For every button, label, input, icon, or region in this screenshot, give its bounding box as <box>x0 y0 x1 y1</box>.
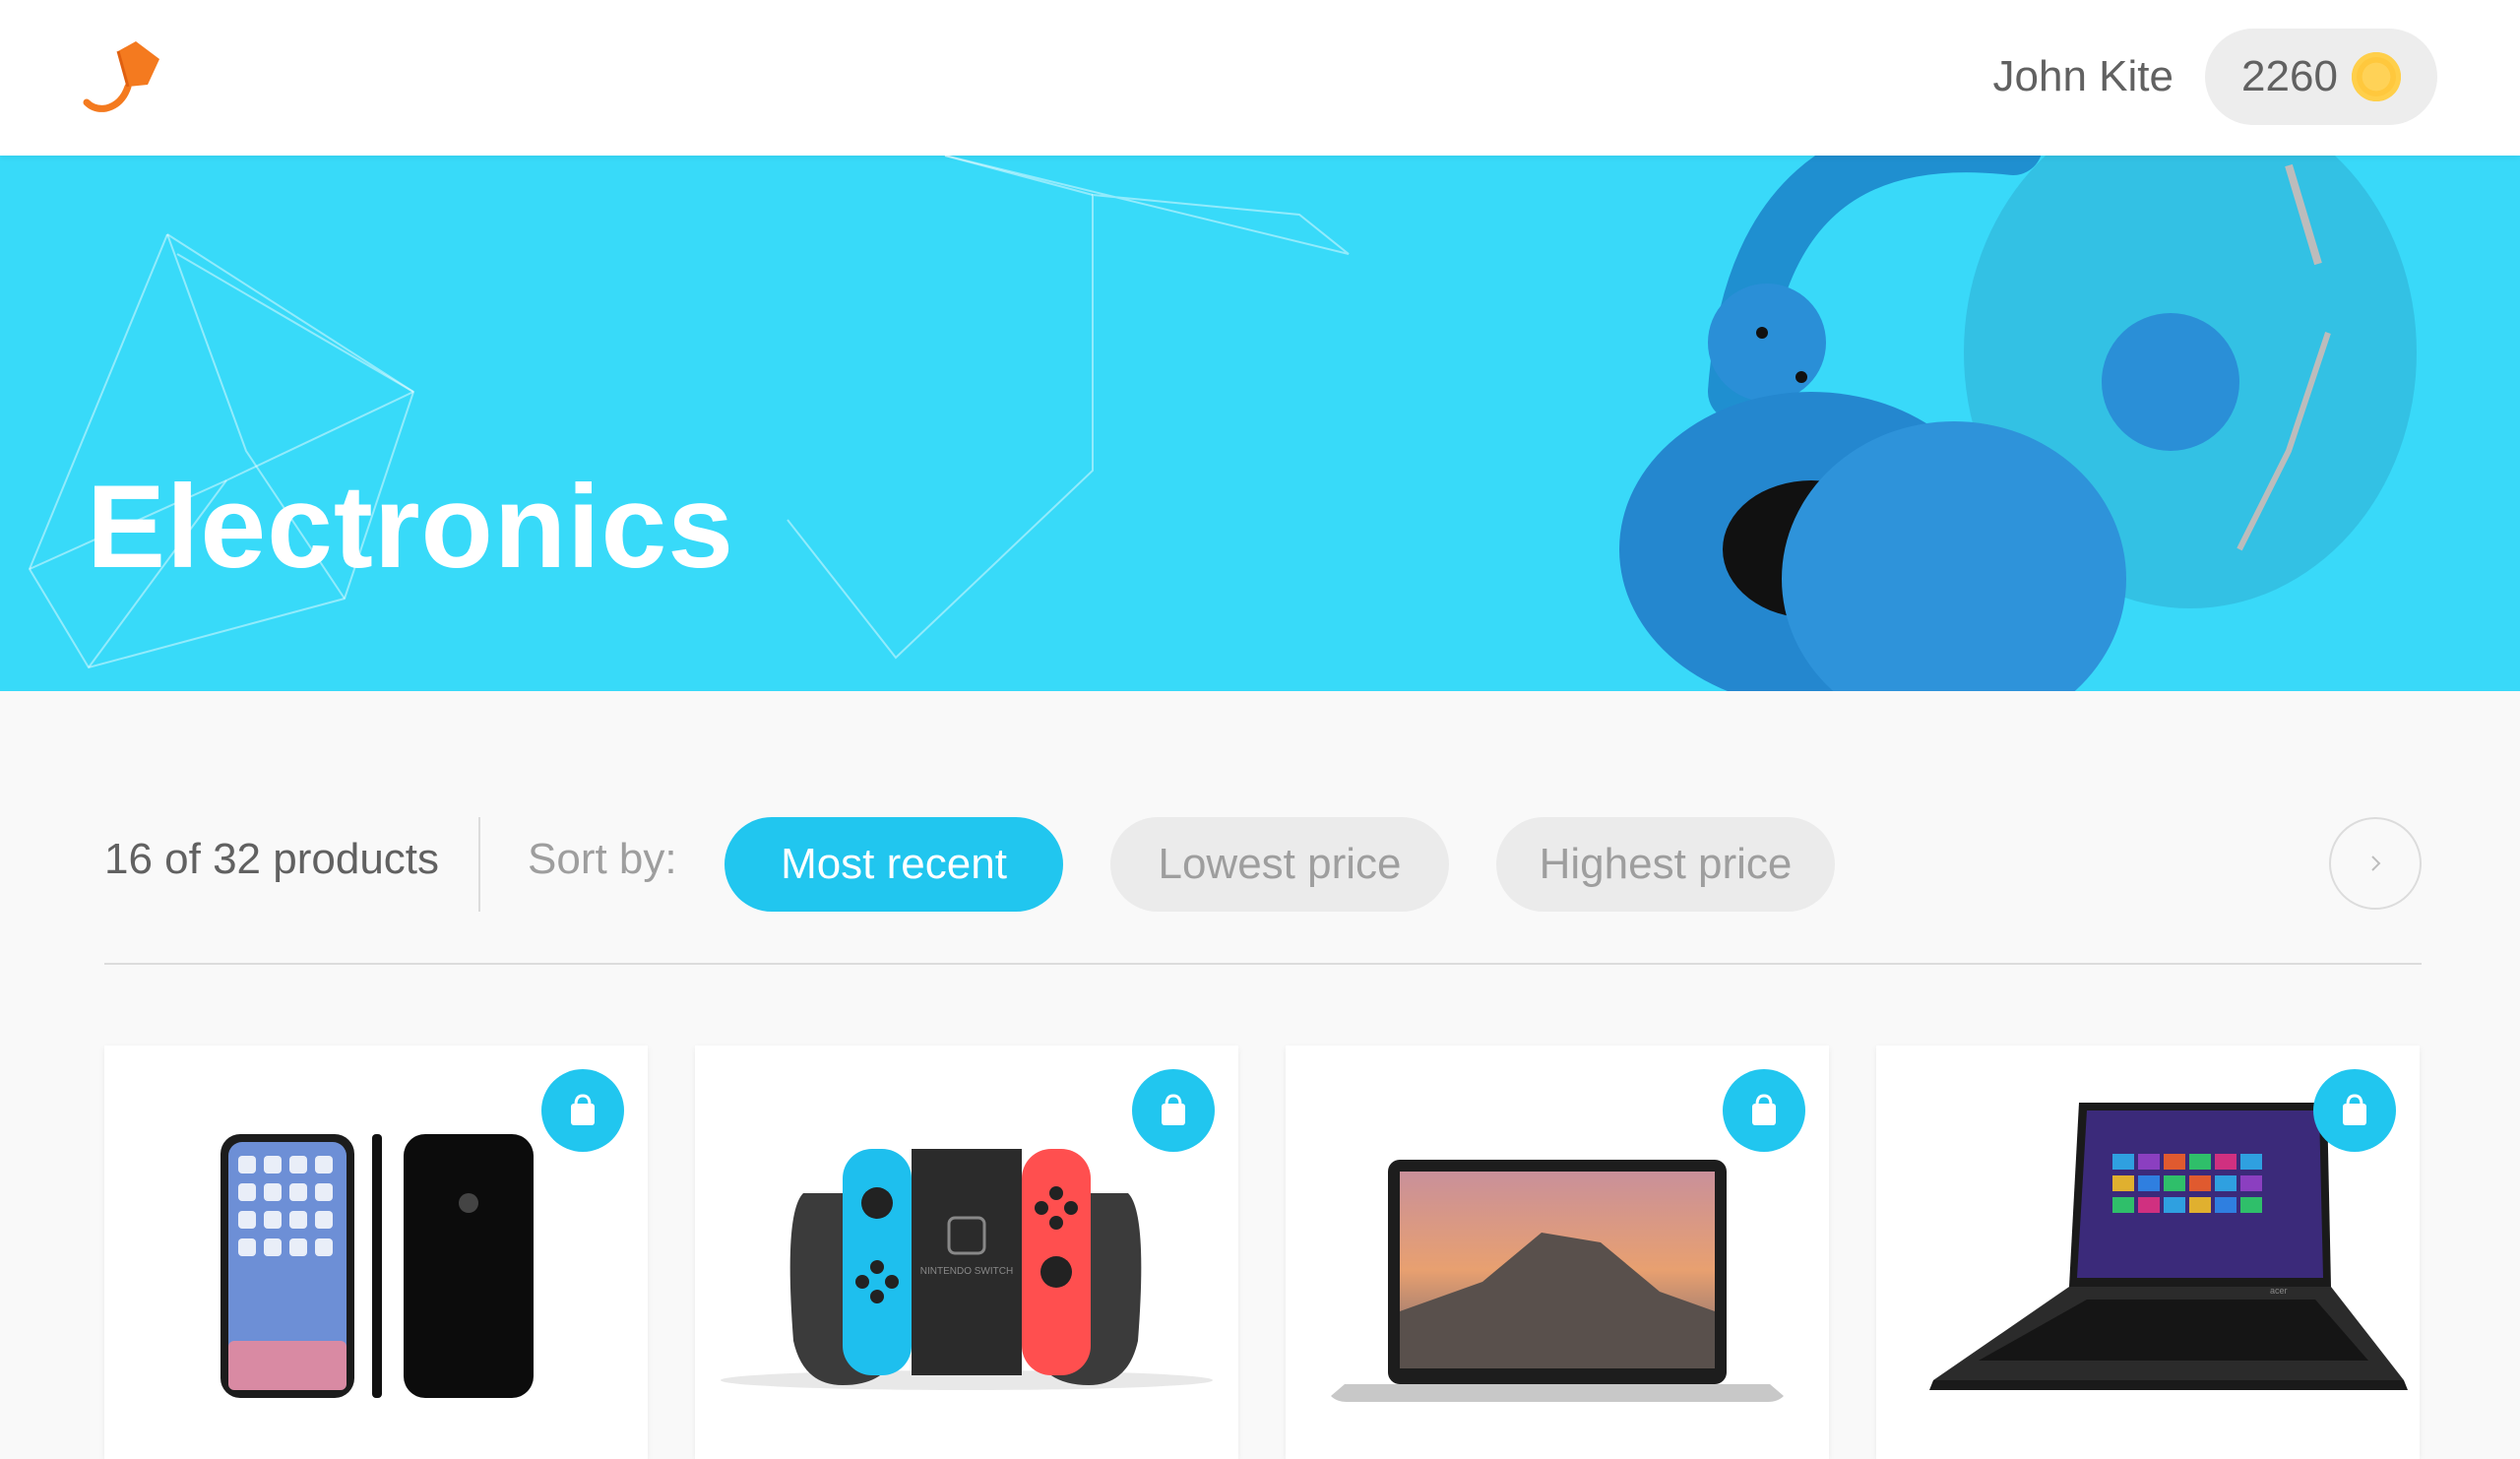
product-card[interactable]: NINTENDO SWITCH <box>695 1046 1238 1459</box>
sort-toolbar: 16 of 32 products Sort by: Most recent L… <box>104 817 2422 912</box>
shopping-bag-icon <box>2343 1094 2366 1125</box>
category-title: Electronics <box>87 461 734 593</box>
points-value: 2260 <box>2241 52 2338 100</box>
dropp-bag-logo-icon[interactable] <box>79 35 167 124</box>
user-name[interactable]: John Kite <box>1993 45 2174 108</box>
sort-most-recent-button[interactable]: Most recent <box>724 817 1063 912</box>
toolbar-divider <box>104 963 2422 965</box>
laptop-brand-text: acer <box>2270 1286 2288 1296</box>
polygon-pattern-decoration <box>28 156 1350 669</box>
switch-brand-text: NINTENDO SWITCH <box>920 1266 1013 1277</box>
add-to-cart-button[interactable] <box>1132 1069 1215 1152</box>
page: John Kite 2260 Electronics 16 of 32 prod… <box>0 0 2520 1459</box>
divider <box>478 817 480 912</box>
add-to-cart-button[interactable] <box>1723 1069 1805 1152</box>
shopping-bag-icon <box>571 1094 595 1125</box>
chevron-right-icon <box>2371 856 2381 871</box>
blue-headphones-photo <box>1600 156 2520 691</box>
points-balance[interactable]: 2260 <box>2205 29 2437 125</box>
top-header: John Kite 2260 <box>0 0 2520 156</box>
product-card[interactable] <box>104 1046 648 1459</box>
add-to-cart-button[interactable] <box>2313 1069 2396 1152</box>
sort-label: Sort by: <box>528 835 677 883</box>
sort-lowest-price-button[interactable]: Lowest price <box>1110 817 1449 912</box>
product-card[interactable]: acer <box>1876 1046 2420 1459</box>
category-banner: Electronics <box>0 156 2520 691</box>
next-page-button[interactable] <box>2329 817 2422 910</box>
shopping-bag-icon <box>1162 1094 1185 1125</box>
product-card[interactable] <box>1286 1046 1829 1459</box>
sort-highest-price-button[interactable]: Highest price <box>1496 817 1835 912</box>
add-to-cart-button[interactable] <box>541 1069 624 1152</box>
coin-icon <box>2351 52 2401 101</box>
product-count: 16 of 32 products <box>104 835 440 883</box>
shopping-bag-icon <box>1752 1094 1776 1125</box>
